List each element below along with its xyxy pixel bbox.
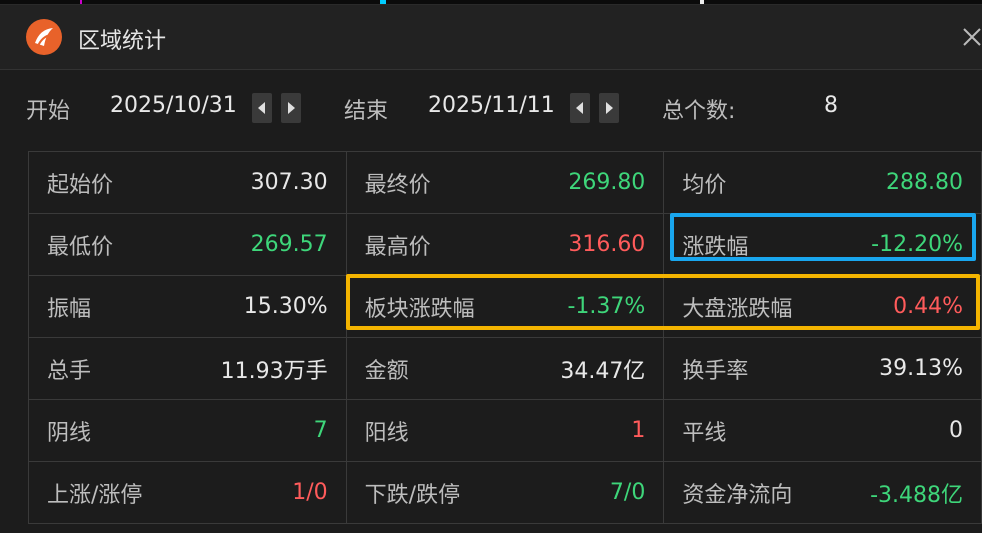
stat-value: 269.80 [568, 170, 646, 195]
stat-cell: 均价 288.80 [663, 151, 982, 214]
arrow-left-icon [258, 102, 265, 114]
stat-cell: 最低价 269.57 [28, 213, 347, 276]
stats-row: 振幅 15.30% 板块涨跌幅 -1.37% 大盘涨跌幅 0.44% [28, 275, 982, 338]
stat-value: 7 [313, 418, 328, 443]
stat-label: 最高价 [364, 234, 431, 260]
stat-cell: 最高价 316.60 [345, 213, 665, 276]
stat-label: 阳线 [364, 420, 409, 446]
start-label: 开始 [26, 99, 71, 124]
stat-value: 316.60 [568, 232, 646, 257]
stat-value: -1.37% [567, 294, 646, 319]
stat-cell: 阳线 1 [345, 399, 665, 462]
stat-label: 资金净流向 [682, 482, 793, 508]
window-title: 区域统计 [78, 29, 167, 54]
start-next-button[interactable] [281, 93, 301, 123]
stat-label: 均价 [682, 172, 727, 198]
stat-value: -3.488亿 [870, 482, 963, 508]
stat-label: 平线 [682, 420, 727, 446]
app-logo-icon [26, 19, 62, 55]
end-next-button[interactable] [599, 93, 619, 123]
stat-value: 307.30 [250, 170, 328, 195]
stat-cell: 板块涨跌幅 -1.37% [345, 275, 665, 338]
stats-row: 最低价 269.57 最高价 316.60 涨跌幅 -12.20% [28, 213, 982, 276]
stat-label: 最低价 [47, 234, 114, 260]
stat-value: -12.20% [871, 232, 963, 257]
stats-row: 总手 11.93万手 金额 34.47亿 换手率 39.13% [28, 337, 982, 400]
stat-value: 34.47亿 [560, 358, 646, 384]
stat-cell: 资金净流向 -3.488亿 [663, 461, 982, 524]
end-label: 结束 [344, 99, 389, 124]
stat-cell: 阴线 7 [28, 399, 347, 462]
stat-value: 269.57 [250, 232, 328, 257]
stat-label: 起始价 [47, 172, 114, 198]
end-date: 2025/11/11 [428, 93, 555, 118]
stat-label: 金额 [364, 358, 409, 384]
stat-label: 大盘涨跌幅 [682, 296, 793, 322]
title-bar[interactable]: 区域统计 [0, 5, 982, 70]
count-label: 总个数: [662, 99, 736, 124]
arrow-right-icon [288, 102, 295, 114]
stat-value: 7/0 [609, 480, 646, 505]
stat-value: 1/0 [292, 480, 328, 505]
stat-value: 1 [631, 418, 646, 443]
stat-cell: 总手 11.93万手 [28, 337, 347, 400]
stat-cell: 上涨/涨停 1/0 [28, 461, 347, 524]
stat-label: 总手 [47, 358, 92, 384]
stat-value: 15.30% [243, 294, 328, 319]
stat-label: 振幅 [47, 296, 92, 322]
close-icon[interactable] [960, 23, 982, 51]
start-prev-button[interactable] [252, 93, 272, 123]
start-date: 2025/10/31 [110, 93, 237, 118]
stat-cell: 金额 34.47亿 [345, 337, 665, 400]
count-value: 8 [824, 93, 838, 118]
stats-table: 起始价 307.30 最终价 269.80 均价 288.80 最低价 269.57 最高价 31… [28, 151, 982, 524]
stat-cell: 换手率 39.13% [663, 337, 982, 400]
stat-cell: 下跌/跌停 7/0 [345, 461, 665, 524]
stat-cell: 涨跌幅 -12.20% [663, 213, 982, 276]
stat-label: 涨跌幅 [682, 234, 749, 260]
stat-value: 0 [949, 418, 963, 443]
stat-cell: 大盘涨跌幅 0.44% [663, 275, 982, 338]
stats-row: 起始价 307.30 最终价 269.80 均价 288.80 [28, 151, 982, 214]
region-stats-window: 区域统计 开始 2025/10/31 结束 2025/11/11 总个数: 8 … [0, 4, 982, 533]
stat-label: 下跌/跌停 [364, 482, 461, 508]
stat-label: 板块涨跌幅 [364, 296, 475, 322]
arrow-right-icon [606, 102, 613, 114]
stat-value: 0.44% [893, 294, 963, 319]
arrow-left-icon [576, 102, 583, 114]
stats-row: 阴线 7 阳线 1 平线 0 [28, 399, 982, 462]
stat-cell: 平线 0 [663, 399, 982, 462]
stat-label: 上涨/涨停 [47, 482, 143, 508]
stat-value: 39.13% [879, 356, 963, 381]
stat-label: 换手率 [682, 358, 749, 384]
stat-cell: 最终价 269.80 [345, 151, 665, 214]
date-range-bar: 开始 2025/10/31 结束 2025/11/11 总个数: 8 [0, 77, 982, 137]
stat-value: 288.80 [886, 170, 963, 195]
stat-value: 11.93万手 [220, 358, 328, 384]
stat-label: 最终价 [364, 172, 431, 198]
stat-cell: 振幅 15.30% [28, 275, 347, 338]
stat-cell: 起始价 307.30 [28, 151, 347, 214]
end-prev-button[interactable] [570, 93, 590, 123]
stats-row: 上涨/涨停 1/0 下跌/跌停 7/0 资金净流向 -3.488亿 [28, 461, 982, 524]
stat-label: 阴线 [47, 420, 92, 446]
